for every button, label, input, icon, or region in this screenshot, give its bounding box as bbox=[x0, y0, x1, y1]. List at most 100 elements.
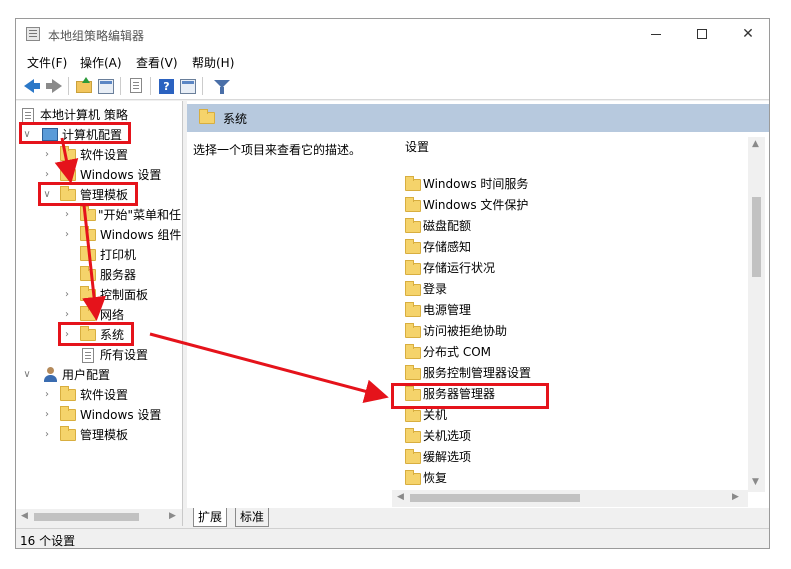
chevron-right-icon[interactable]: › bbox=[42, 145, 52, 165]
export-list-button[interactable] bbox=[126, 76, 146, 96]
filter-icon bbox=[214, 80, 230, 94]
forward-button[interactable] bbox=[44, 76, 64, 96]
list-item-label: 访问被拒绝协助 bbox=[423, 324, 508, 338]
list-item-label: 电源管理 bbox=[423, 303, 472, 317]
list-item-label: 关机选项 bbox=[423, 429, 472, 443]
properties-icon bbox=[180, 79, 196, 94]
folder-icon bbox=[405, 323, 421, 338]
tab-standard[interactable]: 标准 bbox=[235, 508, 270, 527]
properties-button[interactable] bbox=[178, 76, 198, 96]
chevron-right-icon[interactable]: › bbox=[42, 405, 52, 425]
tree-item-label: Windows 组件 bbox=[100, 228, 182, 242]
folder-icon bbox=[405, 176, 421, 191]
folder-icon bbox=[405, 239, 421, 254]
tab-extended[interactable]: 扩展 bbox=[193, 508, 228, 527]
highlight-admin-templates bbox=[38, 182, 138, 206]
list-item-label: 登录 bbox=[423, 282, 448, 296]
all-settings-icon bbox=[82, 348, 94, 363]
toolbar-separator bbox=[68, 77, 69, 95]
chevron-right-icon[interactable]: › bbox=[62, 205, 72, 225]
list-horizontal-scrollbar[interactable]: ◀ ▶ bbox=[392, 490, 748, 507]
folder-icon bbox=[405, 470, 421, 485]
folder-up-icon bbox=[76, 77, 92, 93]
chevron-right-icon[interactable]: › bbox=[62, 225, 72, 245]
scrollbar-thumb[interactable] bbox=[34, 513, 139, 521]
maximize-button[interactable] bbox=[679, 19, 725, 50]
up-one-level-button[interactable] bbox=[74, 76, 94, 96]
chevron-right-icon[interactable]: › bbox=[42, 385, 52, 405]
menu-bar: 文件(F) 操作(A) 查看(V) 帮助(H) bbox=[16, 50, 769, 72]
list-item-label: 存储感知 bbox=[423, 240, 472, 254]
chevron-down-icon[interactable]: ∨ bbox=[22, 365, 32, 385]
toolbar-separator bbox=[120, 77, 121, 95]
tree-item-label: 控制面板 bbox=[100, 288, 149, 302]
title-bar: 本地组策略编辑器 ✕ bbox=[16, 19, 769, 50]
list-item-label: 磁盘配额 bbox=[423, 219, 472, 233]
back-button[interactable] bbox=[22, 76, 42, 96]
tree-item-label: 用户配置 bbox=[62, 368, 111, 382]
list-item-label: Windows 文件保护 bbox=[423, 198, 529, 212]
tree-item-label: 软件设置 bbox=[80, 148, 129, 162]
folder-icon bbox=[60, 166, 76, 181]
list-vertical-scrollbar[interactable]: ▲ ▼ bbox=[748, 137, 765, 492]
console-tree-icon bbox=[98, 79, 114, 94]
scroll-up-icon[interactable]: ▲ bbox=[752, 139, 759, 149]
list-item-label: 恢复 bbox=[423, 471, 448, 485]
minimize-button[interactable] bbox=[633, 19, 679, 50]
status-text: 16 个设置 bbox=[20, 534, 76, 548]
policy-icon bbox=[22, 108, 34, 123]
tree-item-label: 打印机 bbox=[100, 248, 137, 262]
help-icon: ? bbox=[159, 79, 174, 94]
highlight-computer-config bbox=[19, 122, 131, 144]
column-header-setting[interactable]: 设置 bbox=[405, 138, 429, 155]
scrollbar-thumb[interactable] bbox=[410, 494, 580, 502]
close-icon: ✕ bbox=[742, 26, 754, 42]
folder-icon bbox=[405, 407, 421, 422]
window-title: 本地组策略编辑器 bbox=[48, 29, 145, 43]
back-arrow-icon bbox=[24, 79, 40, 93]
view-tabs: 扩展 标准 bbox=[187, 508, 769, 528]
export-list-icon bbox=[130, 78, 142, 93]
scroll-right-icon[interactable]: ▶ bbox=[732, 492, 739, 502]
close-button[interactable]: ✕ bbox=[725, 19, 769, 50]
toolbar-separator bbox=[150, 77, 151, 95]
show-hide-tree-button[interactable] bbox=[96, 76, 116, 96]
folder-icon bbox=[405, 449, 421, 464]
chevron-right-icon[interactable]: › bbox=[42, 425, 52, 445]
scroll-right-icon[interactable]: ▶ bbox=[169, 511, 176, 521]
gpedit-app-icon bbox=[26, 27, 40, 41]
menu-help[interactable]: 帮助(H) bbox=[192, 54, 234, 71]
menu-action[interactable]: 操作(A) bbox=[80, 54, 122, 71]
tree-item-label: 管理模板 bbox=[80, 428, 129, 442]
folder-icon bbox=[405, 218, 421, 233]
status-bar: 16 个设置 bbox=[16, 528, 769, 548]
folder-icon bbox=[80, 266, 96, 281]
scroll-left-icon[interactable]: ◀ bbox=[397, 492, 404, 502]
menu-file[interactable]: 文件(F) bbox=[27, 54, 67, 71]
menu-view[interactable]: 查看(V) bbox=[136, 54, 178, 71]
folder-icon bbox=[405, 428, 421, 443]
folder-icon bbox=[405, 260, 421, 275]
chevron-right-icon[interactable]: › bbox=[62, 285, 72, 305]
tree-item-label: "开始"菜单和任 bbox=[98, 208, 182, 222]
filter-button[interactable] bbox=[212, 76, 232, 96]
folder-icon bbox=[60, 386, 76, 401]
folder-icon bbox=[405, 302, 421, 317]
toolbar-separator bbox=[202, 77, 203, 95]
console-tree: 本地计算机 策略 ∨ 计算机配置 › 软件设置 › Windows 设置 ∨ 管… bbox=[16, 101, 183, 526]
details-pane: 系统 选择一个项目来查看它的描述。 设置 Windows 时间服务 Window… bbox=[187, 101, 769, 526]
description-text: 选择一个项目来查看它的描述。 bbox=[193, 143, 362, 157]
scrollbar-thumb[interactable] bbox=[752, 197, 761, 277]
scroll-left-icon[interactable]: ◀ bbox=[21, 511, 28, 521]
folder-icon bbox=[80, 286, 96, 301]
details-header: 系统 bbox=[187, 104, 769, 132]
scroll-down-icon[interactable]: ▼ bbox=[752, 477, 759, 487]
help-button[interactable]: ? bbox=[156, 76, 176, 96]
tree-horizontal-scrollbar[interactable]: ◀ ▶ bbox=[16, 509, 182, 526]
gpedit-window: 本地组策略编辑器 ✕ 文件(F) 操作(A) 查看(V) 帮助(H) ? 本地计… bbox=[15, 18, 770, 549]
folder-icon bbox=[199, 109, 215, 124]
folder-icon bbox=[405, 344, 421, 359]
list-item-label: 分布式 COM bbox=[423, 345, 491, 359]
folder-icon bbox=[60, 426, 76, 441]
list-item-label: Windows 时间服务 bbox=[423, 177, 529, 191]
